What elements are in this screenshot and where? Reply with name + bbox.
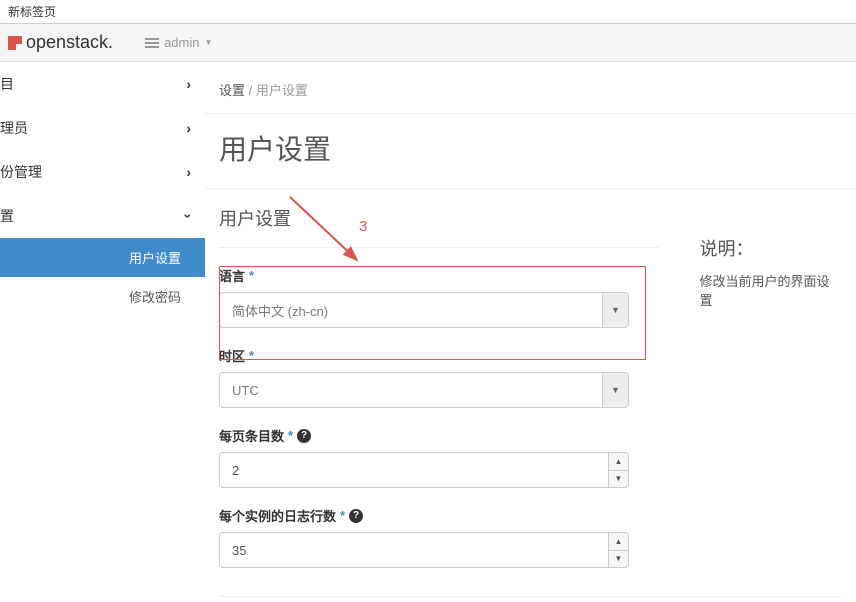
form-label-timezone: 时区 * — [219, 346, 659, 365]
form-group-timezone: 时区 * UTC ▼ — [219, 346, 659, 408]
description-title: 说明： — [699, 235, 842, 261]
panel-title: 用户设置 — [219, 197, 659, 248]
breadcrumb-first[interactable]: 设置 — [219, 83, 245, 98]
spinner-box: ▲ ▼ — [608, 453, 628, 487]
sidebar-item-label: 份管理 — [0, 162, 42, 182]
caret-down-icon: ▼ — [611, 385, 620, 395]
project-label: admin — [164, 35, 199, 50]
caret-down-icon: ▼ — [611, 305, 620, 315]
label-text: 每页条目数 — [219, 426, 284, 445]
browser-tab-title: 新标签页 — [8, 5, 56, 19]
label-text: 每个实例的日志行数 — [219, 506, 336, 525]
sidebar-subitem-change-password[interactable]: 修改密码 — [0, 277, 205, 316]
topbar: openstack. admin ▼ — [0, 24, 856, 62]
select-caret-box: ▼ — [602, 373, 628, 407]
breadcrumb-current: 用户设置 — [256, 83, 308, 98]
sidebar-subitem-user-settings[interactable]: 用户设置 — [0, 238, 205, 277]
sidebar-item-settings[interactable]: 置 › — [0, 194, 205, 238]
sidebar: 目 › 理员 › 份管理 › 置 › 用户设置 修改密码 — [0, 62, 205, 597]
log-lines-input[interactable]: 35 ▲ ▼ — [219, 532, 629, 568]
required-star-icon: * — [249, 348, 254, 363]
sidebar-subitem-label: 用户设置 — [129, 251, 181, 266]
spinner-down-button[interactable]: ▼ — [609, 551, 628, 568]
sidebar-item-label: 理员 — [0, 118, 28, 138]
form-label-log-lines: 每个实例的日志行数 * ? — [219, 506, 659, 525]
breadcrumb: 设置 / 用户设置 — [205, 74, 856, 114]
form-panel: 用户设置 语言 * 简体中文 (zh-cn) ▼ 时区 — [219, 197, 659, 568]
chevron-right-icon: › — [186, 76, 191, 92]
openstack-logo-icon — [8, 36, 22, 50]
sidebar-item-label: 置 — [0, 206, 14, 226]
form-label-page-size: 每页条目数 * ? — [219, 426, 659, 445]
form-group-language: 语言 * 简体中文 (zh-cn) ▼ — [219, 266, 659, 328]
breadcrumb-sep: / — [249, 83, 253, 98]
select-value: 简体中文 (zh-cn) — [232, 301, 328, 320]
description-panel: 说明： 修改当前用户的界面设置 — [659, 197, 842, 568]
select-value: UTC — [232, 383, 259, 398]
label-text: 时区 — [219, 346, 245, 365]
brand-logo[interactable]: openstack. — [8, 32, 113, 53]
menu-icon — [145, 42, 159, 44]
help-icon[interactable]: ? — [349, 509, 363, 523]
spinner-up-button[interactable]: ▲ — [609, 453, 628, 471]
brand-text: openstack. — [26, 32, 113, 53]
form-group-log-lines: 每个实例的日志行数 * ? 35 ▲ ▼ — [219, 506, 659, 568]
timezone-select[interactable]: UTC ▼ — [219, 372, 629, 408]
input-value: 35 — [232, 543, 246, 558]
chevron-down-icon: › — [181, 214, 197, 219]
chevron-right-icon: › — [186, 120, 191, 136]
description-text: 修改当前用户的界面设置 — [699, 271, 842, 309]
caret-down-icon: ▼ — [204, 38, 212, 47]
help-icon[interactable]: ? — [297, 429, 311, 443]
spinner-down-button[interactable]: ▼ — [609, 471, 628, 488]
project-selector[interactable]: admin ▼ — [145, 35, 212, 50]
page-size-input[interactable]: 2 ▲ ▼ — [219, 452, 629, 488]
sidebar-item-identity[interactable]: 份管理 › — [0, 150, 205, 194]
spinner-up-button[interactable]: ▲ — [609, 533, 628, 551]
chevron-right-icon: › — [186, 164, 191, 180]
main-content: 设置 / 用户设置 用户设置 用户设置 语言 * 简体中文 (zh-cn) ▼ — [205, 62, 856, 597]
annotation-number: 3 — [359, 218, 367, 235]
input-value: 2 — [232, 463, 239, 478]
browser-tab: 新标签页 — [0, 0, 856, 24]
select-caret-box: ▼ — [602, 293, 628, 327]
language-select[interactable]: 简体中文 (zh-cn) ▼ — [219, 292, 629, 328]
label-text: 语言 — [219, 266, 245, 285]
form-label-language: 语言 * — [219, 266, 659, 285]
sidebar-subitem-label: 修改密码 — [129, 290, 181, 305]
required-star-icon: * — [288, 428, 293, 443]
form-group-page-size: 每页条目数 * ? 2 ▲ ▼ — [219, 426, 659, 488]
sidebar-item-project[interactable]: 目 › — [0, 62, 205, 106]
required-star-icon: * — [249, 268, 254, 283]
required-star-icon: * — [340, 508, 345, 523]
content-bottom-border — [219, 596, 842, 597]
page-title: 用户设置 — [205, 114, 856, 189]
sidebar-item-label: 目 — [0, 74, 14, 94]
spinner-box: ▲ ▼ — [608, 533, 628, 567]
sidebar-item-admin[interactable]: 理员 › — [0, 106, 205, 150]
